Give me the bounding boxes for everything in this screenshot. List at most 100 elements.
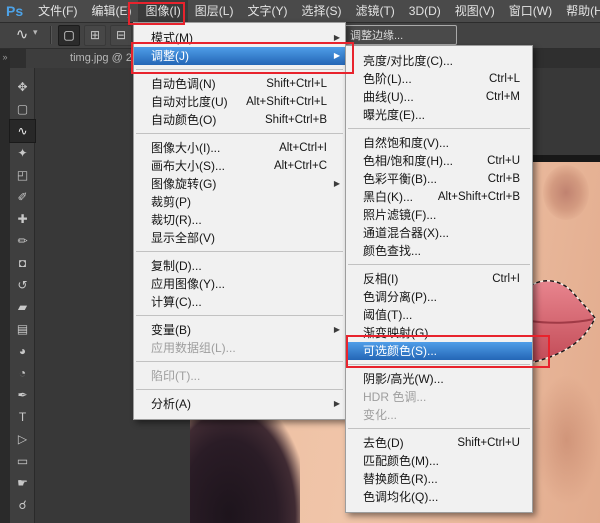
photo-hair (190, 405, 300, 523)
menu-item-vibrance[interactable]: 自然饱和度(V)... (346, 134, 532, 152)
menu-item-label: 应用数据组(L)... (151, 339, 236, 357)
menu-item-crop[interactable]: 裁剪(P) (134, 193, 345, 211)
pen-tool[interactable]: ✒ (10, 384, 35, 406)
menu-item-mode[interactable]: 模式(M)▶ (134, 29, 345, 47)
menu-item-label: 裁切(R)... (151, 211, 202, 229)
type-tool[interactable]: T (10, 406, 35, 428)
lasso-tool[interactable]: ∿ (10, 120, 35, 142)
image-menu-dropdown: 模式(M)▶调整(J)▶ 自动色调(N)Shift+Ctrl+L自动对比度(U)A… (133, 22, 346, 420)
menu-item-label: 色阶(L)... (363, 70, 412, 88)
menu-item-label: 色相/饱和度(H)... (363, 152, 453, 170)
menu-item-exposure[interactable]: 曝光度(E)... (346, 106, 532, 124)
menu-item-gradient-map[interactable]: 渐变映射(G)... (346, 324, 532, 342)
expand-panels-icon[interactable]: » (0, 52, 10, 62)
menu-item-black-white[interactable]: 黑白(K)... Alt+Shift+Ctrl+B (346, 188, 532, 206)
menu-layer[interactable]: 图层(L) (188, 0, 241, 22)
marquee-tool[interactable]: ▢ (10, 98, 35, 120)
eraser-tool[interactable]: ▰ (10, 296, 35, 318)
menu-item-reveal-all[interactable]: 显示全部(V) (134, 229, 345, 247)
menu-item-label: 黑白(K)... (363, 188, 413, 206)
menu-item-variables[interactable]: 变量(B)▶ (134, 321, 345, 339)
history-brush-tool[interactable]: ↺ (10, 274, 35, 296)
menu-help[interactable]: 帮助(H) (559, 0, 600, 22)
clone-stamp-tool[interactable]: ◘ (10, 252, 35, 274)
menu-item-label: 图像大小(I)... (151, 139, 220, 157)
menu-edit[interactable]: 编辑(E) (84, 0, 138, 22)
menu-item-apply-data-set: 应用数据组(L)... (134, 339, 345, 357)
menu-select[interactable]: 选择(S) (294, 0, 348, 22)
menu-item-label: 自然饱和度(V)... (363, 134, 449, 152)
menu-window[interactable]: 窗口(W) (502, 0, 559, 22)
menu-item-image-rotation[interactable]: 图像旋转(G)▶ (134, 175, 345, 193)
new-selection-icon[interactable]: ▢ (58, 25, 80, 46)
menu-file[interactable]: 文件(F) (31, 0, 84, 22)
menu-item-hue-saturation[interactable]: 色相/饱和度(H)...Ctrl+U (346, 152, 532, 170)
refine-edge-button[interactable]: 调整边缘... (343, 25, 457, 45)
menu-separator (348, 264, 530, 265)
menu-item-label: 渐变映射(G)... (363, 324, 438, 342)
hand-tool[interactable]: ☛ (10, 472, 35, 494)
menu-item-auto-color[interactable]: 自动颜色(O)Shift+Ctrl+B (134, 111, 345, 129)
menu-item-channel-mixer[interactable]: 通道混合器(X)... (346, 224, 532, 242)
menu-type[interactable]: 文字(Y) (240, 0, 294, 22)
menu-item-shortcut: Alt+Shift+Ctrl+B (438, 188, 520, 206)
menu-item-shortcut: Shift+Ctrl+B (265, 111, 327, 129)
spot-healing-tool[interactable]: ✚ (10, 208, 35, 230)
menu-item-trim[interactable]: 裁切(R)... (134, 211, 345, 229)
menu-item-match-color[interactable]: 匹配颜色(M)... (346, 452, 532, 470)
menu-item-color-balance[interactable]: 色彩平衡(B)...Ctrl+B (346, 170, 532, 188)
submenu-arrow-icon: ▶ (334, 29, 340, 47)
menu-item-label: 变化... (363, 406, 397, 424)
eyedropper-tool[interactable]: ✐ (10, 186, 35, 208)
menu-item-adjustments[interactable]: 调整(J)▶ (134, 47, 345, 65)
menu-item-invert[interactable]: 反相(I)Ctrl+I (346, 270, 532, 288)
caret-down-icon[interactable]: ▾ (33, 27, 38, 38)
subtract-from-selection-icon[interactable]: ⊟ (110, 25, 132, 46)
menu-item-shadows-highlights[interactable]: 阴影/高光(W)... (346, 370, 532, 388)
blur-tool[interactable]: ◕ (10, 340, 35, 362)
menu-item-label: 颜色查找... (363, 242, 421, 260)
menu-item-curves[interactable]: 曲线(U)...Ctrl+M (346, 88, 532, 106)
menu-separator (136, 69, 343, 70)
menu-item-photo-filter[interactable]: 照片滤镜(F)... (346, 206, 532, 224)
menu-view[interactable]: 视图(V) (448, 0, 502, 22)
lasso-preset-icon[interactable]: ∿ (12, 25, 32, 45)
menu-item-duplicate[interactable]: 复制(D)... (134, 257, 345, 275)
menu-item-hdr-toning: HDR 色调... (346, 388, 532, 406)
menu-item-image-size[interactable]: 图像大小(I)...Alt+Ctrl+I (134, 139, 345, 157)
menu-item-analysis[interactable]: 分析(A)▶ (134, 395, 345, 413)
add-to-selection-icon[interactable]: ⊞ (84, 25, 106, 46)
menu-item-label: 裁剪(P) (151, 193, 191, 211)
menu-item-auto-tone[interactable]: 自动色调(N)Shift+Ctrl+L (134, 75, 345, 93)
gradient-tool[interactable]: ▤ (10, 318, 35, 340)
menu-item-canvas-size[interactable]: 画布大小(S)...Alt+Ctrl+C (134, 157, 345, 175)
menu-item-calculations[interactable]: 计算(C)... (134, 293, 345, 311)
crop-tool[interactable]: ◰ (10, 164, 35, 186)
menu-item-label: 阴影/高光(W)... (363, 370, 444, 388)
menu-3d[interactable]: 3D(D) (402, 0, 448, 22)
menu-item-levels[interactable]: 色阶(L)...Ctrl+L (346, 70, 532, 88)
submenu-arrow-icon: ▶ (334, 321, 340, 339)
menu-item-threshold[interactable]: 阈值(T)... (346, 306, 532, 324)
menu-item-replace-color[interactable]: 替换颜色(R)... (346, 470, 532, 488)
menu-item-auto-contrast[interactable]: 自动对比度(U)Alt+Shift+Ctrl+L (134, 93, 345, 111)
menu-filter[interactable]: 滤镜(T) (348, 0, 401, 22)
menu-item-color-lookup[interactable]: 颜色查找... (346, 242, 532, 260)
menu-item-apply-image[interactable]: 应用图像(Y)... (134, 275, 345, 293)
menu-item-desaturate[interactable]: 去色(D)Shift+Ctrl+U (346, 434, 532, 452)
zoom-tool[interactable]: ☌ (10, 494, 35, 516)
menu-item-brightness-contrast[interactable]: 亮度/对比度(C)... (346, 52, 532, 70)
quick-selection-tool[interactable]: ✦ (10, 142, 35, 164)
shape-tool[interactable]: ▭ (10, 450, 35, 472)
menu-item-label: HDR 色调... (363, 388, 426, 406)
menu-item-equalize[interactable]: 色调均化(Q)... (346, 488, 532, 506)
menu-item-trap: 陷印(T)... (134, 367, 345, 385)
brush-tool[interactable]: ✏ (10, 230, 35, 252)
path-selection-tool[interactable]: ▷ (10, 428, 35, 450)
menu-item-posterize[interactable]: 色调分离(P)... (346, 288, 532, 306)
panel-dock-strip: » (0, 48, 10, 523)
menu-item-selective-color[interactable]: 可选颜色(S)... (346, 342, 532, 360)
dodge-tool[interactable]: ◔ (10, 362, 35, 384)
move-tool[interactable]: ✥ (10, 76, 35, 98)
menu-image[interactable]: 图像(I) (138, 0, 187, 22)
